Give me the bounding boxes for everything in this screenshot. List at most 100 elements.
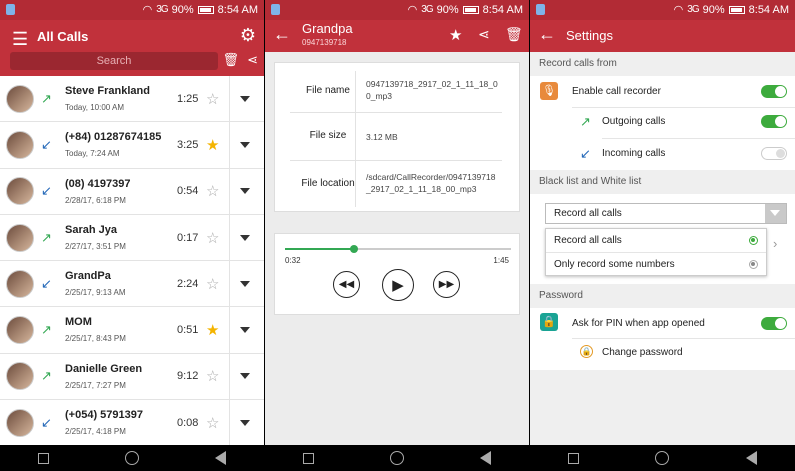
star-icon[interactable]: ☆	[206, 367, 219, 385]
outgoing-call-icon: ↗	[41, 368, 52, 384]
star-icon[interactable]: ☆	[206, 182, 219, 200]
expand-arrow-icon[interactable]	[240, 280, 250, 287]
call-list: ↗ Steve Frankland Today, 10:00 AM 1:25 ☆ ↙ (+8…	[0, 76, 264, 447]
share-icon[interactable]: ⋖	[478, 26, 490, 43]
call-duration: 1:25	[177, 92, 199, 105]
avatar	[6, 223, 34, 252]
call-row[interactable]: ↗ Danielle Green 2/25/17, 7:27 PM 9:12 ☆	[0, 353, 264, 401]
star-icon[interactable]: ☆	[206, 229, 219, 247]
signal-label: 3G	[421, 4, 433, 15]
play-icon[interactable]: ▶	[382, 269, 414, 301]
call-row[interactable]: ↙ (+84) 01287674185 Today, 7:24 AM 3:25 ★	[0, 122, 264, 169]
call-row[interactable]: ↙ (08) 4197397 2/28/17, 6:18 PM 0:54 ☆	[0, 168, 264, 215]
star-icon[interactable]: ★	[206, 136, 219, 154]
expand-arrow-icon[interactable]	[240, 419, 250, 426]
back-arrow-icon[interactable]: ←	[273, 24, 291, 45]
seek-handle[interactable]	[349, 245, 358, 253]
trash-icon[interactable]: 🗑	[505, 26, 523, 43]
contact-number: 0947139718	[302, 38, 347, 47]
radio-record-all[interactable]	[749, 236, 758, 245]
trash-icon[interactable]: 🗑	[222, 52, 239, 68]
call-row[interactable]: ↗ Steve Frankland Today, 10:00 AM 1:25 ☆	[0, 76, 264, 123]
call-date: Today, 7:24 AM	[65, 149, 120, 159]
incoming-calls-label: Incoming calls	[602, 148, 666, 159]
file-info-card: File name 0947139718_2917_02_1_11_18_00_…	[274, 62, 520, 212]
seek-bar[interactable]	[285, 245, 511, 253]
outgoing-calls-toggle[interactable]	[761, 115, 787, 128]
back-arrow-icon[interactable]: ←	[538, 24, 556, 45]
clock: 8:54 AM	[217, 3, 258, 16]
enable-recorder-toggle[interactable]	[761, 85, 787, 98]
call-row[interactable]: ↗ MOM 2/25/17, 8:43 PM 0:51 ★	[0, 307, 264, 354]
battery-percent: 90%	[702, 3, 725, 16]
wifi-icon: ◠	[142, 4, 153, 16]
expand-arrow-icon[interactable]	[240, 234, 250, 241]
recents-icon[interactable]	[38, 452, 49, 464]
app-bar: ← Grandpa 0947139718 ★ ⋖ 🗑	[265, 20, 529, 52]
call-row[interactable]: ↗ Sarah Jya 2/27/17, 3:51 PM 0:17 ☆	[0, 214, 264, 262]
wifi-icon: ◠	[673, 4, 684, 16]
wifi-icon: ◠	[407, 4, 418, 16]
pin-toggle[interactable]	[761, 317, 787, 330]
app-bar: ☰ All Calls ⚙ Search 🗑 ⋖	[0, 20, 264, 76]
call-name: (+84) 01287674185	[65, 131, 162, 144]
file-location-value: /sdcard/CallRecorder/0947139718_2917_02_…	[366, 172, 496, 194]
expand-arrow-icon[interactable]	[240, 373, 250, 380]
contact-name: Grandpa	[302, 21, 353, 36]
avatar	[6, 269, 34, 298]
star-icon[interactable]: ★	[206, 321, 219, 339]
call-row[interactable]: ↙ (+054) 5791397 2/25/17, 4:18 PM 0:08 ☆	[0, 400, 264, 447]
search-input[interactable]: Search	[10, 52, 218, 70]
incoming-call-icon: ↙	[41, 275, 52, 291]
share-icon[interactable]: ⋖	[247, 52, 258, 68]
star-icon[interactable]: ☆	[206, 275, 219, 293]
enable-recorder-label: Enable call recorder	[572, 86, 661, 97]
recents-icon[interactable]	[303, 452, 314, 464]
option-record-some[interactable]: Only record some numbers	[554, 259, 675, 270]
gear-icon[interactable]: ⚙	[240, 25, 256, 46]
home-icon[interactable]	[390, 451, 404, 465]
call-date: 2/25/17, 8:43 PM	[65, 334, 126, 344]
outgoing-call-icon: ↗	[41, 229, 52, 245]
back-icon[interactable]	[480, 451, 491, 465]
avatar	[6, 84, 34, 113]
call-duration: 2:24	[177, 277, 199, 290]
option-record-all[interactable]: Record all calls	[554, 235, 622, 246]
call-date: 2/25/17, 9:13 AM	[65, 288, 126, 298]
incoming-calls-toggle[interactable]	[761, 147, 787, 160]
home-icon[interactable]	[125, 451, 139, 465]
expand-arrow-icon[interactable]	[240, 327, 250, 334]
recents-icon[interactable]	[568, 452, 580, 464]
star-icon[interactable]: ☆	[206, 414, 219, 432]
back-icon[interactable]	[215, 451, 226, 465]
change-password-link[interactable]: Change password	[602, 347, 683, 358]
home-icon[interactable]	[655, 451, 670, 465]
file-size-row: File size 3.12 MB	[290, 113, 502, 161]
rewind-icon[interactable]: ◀◀	[333, 271, 360, 298]
section-header-password: Password	[530, 284, 795, 308]
expand-arrow-icon[interactable]	[240, 188, 250, 195]
call-name: Sarah Jya	[65, 223, 117, 236]
clock: 8:54 AM	[748, 3, 789, 16]
expand-arrow-icon[interactable]	[240, 95, 250, 102]
star-icon[interactable]: ☆	[206, 90, 219, 108]
system-nav-bar	[530, 445, 795, 471]
microphone-icon: 🎙	[540, 82, 558, 100]
dropdown-arrow-icon[interactable]	[765, 204, 786, 223]
list-mode-select[interactable]: Record all calls	[545, 203, 787, 224]
star-icon[interactable]: ★	[449, 26, 462, 44]
all-calls-screen: ◠ 3G 90% 8:54 AM ☰ All Calls ⚙ Search 🗑 …	[0, 0, 264, 471]
lock-small-icon: 🔒	[580, 345, 593, 358]
radio-record-some[interactable]	[749, 260, 758, 269]
fast-forward-icon[interactable]: ▶▶	[433, 271, 460, 298]
back-icon[interactable]	[745, 451, 757, 465]
call-name: GrandPa	[65, 270, 111, 283]
record-settings-group: 🎙 Enable call recorder ↗ Outgoing calls …	[530, 76, 795, 170]
settings-screen: ◠ 3G 90% 8:54 AM ← Settings Record calls…	[530, 0, 795, 471]
page-title: Settings	[566, 28, 613, 43]
signal-label: 3G	[156, 4, 168, 15]
menu-icon[interactable]: ☰	[12, 29, 28, 50]
call-row[interactable]: ↙ GrandPa 2/25/17, 9:13 AM 2:24 ☆	[0, 261, 264, 308]
expand-arrow-icon[interactable]	[240, 141, 250, 148]
call-date: 2/25/17, 4:18 PM	[65, 427, 126, 437]
